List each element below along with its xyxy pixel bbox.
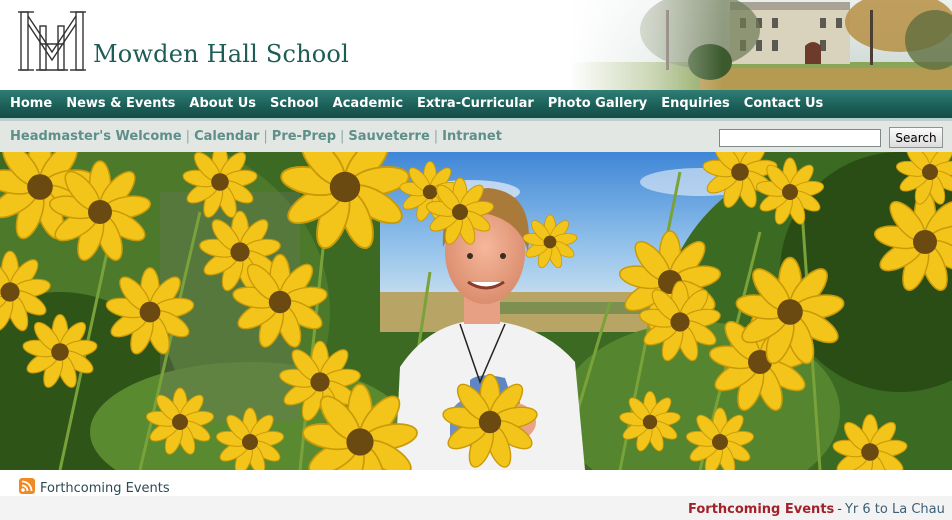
ticker-title: Forthcoming Events: [688, 502, 835, 517]
nav-item-news-events[interactable]: News & Events: [59, 90, 182, 118]
nav-item-about-us[interactable]: About Us: [182, 90, 263, 118]
ticker-text: Forthcoming Events - Yr 6 to La Chau: [688, 502, 945, 517]
ticker-event-link[interactable]: Yr 6 to La Chau: [845, 502, 945, 517]
subnav-separator: |: [433, 129, 439, 144]
hero-photo-boy-in-sunflowers: [0, 152, 952, 470]
subnav-link-headmasters-welcome[interactable]: Headmaster's Welcome: [10, 129, 182, 144]
main-navigation: Home News & Events About Us School Acade…: [0, 90, 952, 121]
events-ticker: Forthcoming Events - Yr 6 to La Chau: [0, 496, 952, 520]
nav-item-extra-curricular[interactable]: Extra-Curricular: [410, 90, 541, 118]
sub-navigation-links: Headmaster's Welcome | Calendar | Pre-Prep | S…: [10, 121, 502, 152]
nav-item-academic[interactable]: Academic: [326, 90, 410, 118]
nav-item-contact-us[interactable]: Contact Us: [737, 90, 830, 118]
subnav-separator: |: [340, 129, 345, 144]
subnav-link-intranet[interactable]: Intranet: [442, 129, 502, 144]
nav-item-home[interactable]: Home: [3, 90, 59, 118]
search-input[interactable]: [719, 129, 881, 147]
ticker-separator: -: [837, 502, 842, 517]
subnav-separator: |: [185, 129, 191, 144]
rss-feed-icon[interactable]: [19, 478, 35, 494]
search-button[interactable]: Search: [889, 127, 943, 148]
subnav-separator: |: [263, 129, 268, 144]
subnav-link-pre-prep[interactable]: Pre-Prep: [272, 129, 336, 144]
school-monogram-logo[interactable]: [18, 8, 86, 74]
school-building-photo: [570, 0, 952, 90]
nav-item-photo-gallery[interactable]: Photo Gallery: [541, 90, 654, 118]
nav-item-school[interactable]: School: [263, 90, 326, 118]
nav-item-enquiries[interactable]: Enquiries: [654, 90, 737, 118]
site-header: Mowden Hall School: [0, 0, 952, 90]
site-title[interactable]: Mowden Hall School: [93, 40, 349, 68]
forthcoming-events-link[interactable]: Forthcoming Events: [40, 481, 170, 496]
subnav-link-sauveterre[interactable]: Sauveterre: [348, 129, 429, 144]
subnav-link-calendar[interactable]: Calendar: [194, 129, 259, 144]
